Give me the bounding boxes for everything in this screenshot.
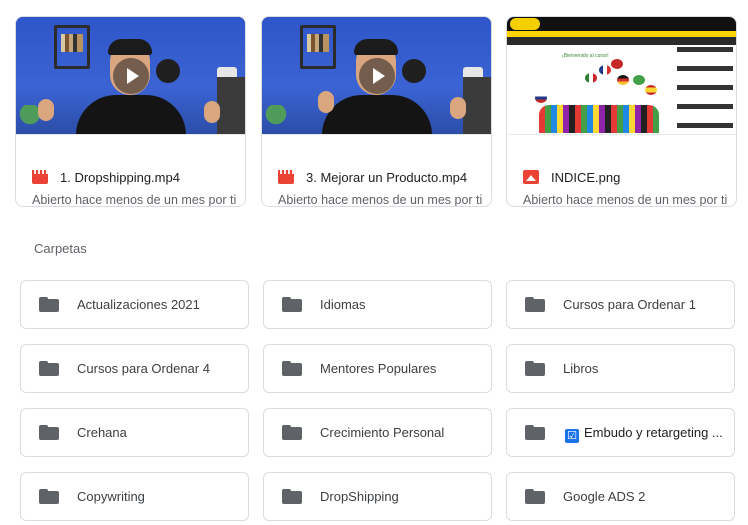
site-logo-icon — [510, 18, 540, 30]
folder-cursos-para-ordenar-4[interactable]: Cursos para Ordenar 4 — [20, 344, 249, 393]
folder-name: Cursos para Ordenar 1 — [563, 297, 696, 312]
file-card-mejorar-producto[interactable]: 3. Mejorar un Producto.mp4 Abierto hace … — [261, 16, 492, 207]
folder-mentores-populares[interactable]: Mentores Populares — [263, 344, 492, 393]
folder-name: Crecimiento Personal — [320, 425, 445, 440]
image-thumbnail[interactable]: ¡Bienvenido al curso! — [507, 17, 736, 135]
folder-name: DropShipping — [320, 489, 399, 504]
file-card-dropshipping[interactable]: 1. Dropshipping.mp4 Abierto hace menos d… — [15, 16, 246, 207]
play-icon[interactable] — [113, 58, 149, 94]
file-card-indice[interactable]: ¡Bienvenido al curso! INDICE.png Abierto… — [506, 16, 737, 207]
play-icon[interactable] — [359, 58, 395, 94]
folder-name: Google ADS 2 — [563, 489, 646, 504]
folder-name: Crehana — [77, 425, 127, 440]
folder-name: Mentores Populares — [320, 361, 437, 376]
folders-section-title: Carpetas — [34, 241, 87, 256]
folder-crehana[interactable]: Crehana — [20, 408, 249, 457]
folder-icon — [39, 361, 59, 376]
folder-name: Embudo y retargeting ... — [584, 425, 723, 440]
folder-icon — [39, 297, 59, 312]
folder-icon — [282, 489, 302, 504]
folder-crecimiento-personal[interactable]: Crecimiento Personal — [263, 408, 492, 457]
folder-actualizaciones-2021[interactable]: Actualizaciones 2021 — [20, 280, 249, 329]
folder-name: Idiomas — [320, 297, 366, 312]
file-name: 1. Dropshipping.mp4 — [60, 169, 180, 185]
folder-icon — [282, 297, 302, 312]
folder-icon — [525, 425, 545, 440]
video-file-icon — [32, 170, 48, 184]
folder-name-with-emoji: ☑ Embudo y retargeting ... — [565, 425, 723, 443]
file-name: 3. Mejorar un Producto.mp4 — [306, 169, 468, 185]
folder-name: Libros — [563, 361, 599, 376]
folder-icon — [282, 361, 302, 376]
folder-icon — [282, 425, 302, 440]
checkbox-emoji-icon: ☑ — [565, 429, 579, 443]
folder-embudo-y-retargeting[interactable]: ☑ Embudo y retargeting ... — [506, 408, 735, 457]
folder-cursos-para-ordenar-1[interactable]: Cursos para Ordenar 1 — [506, 280, 735, 329]
folder-idiomas[interactable]: Idiomas — [263, 280, 492, 329]
folder-icon — [525, 361, 545, 376]
file-activity: Abierto hace menos de un mes por ti — [32, 193, 237, 207]
folder-icon — [525, 489, 545, 504]
image-file-icon — [523, 170, 539, 184]
folder-icon — [39, 425, 59, 440]
video-file-icon — [278, 170, 294, 184]
file-name: INDICE.png — [551, 169, 621, 185]
video-thumbnail[interactable] — [262, 17, 491, 135]
file-activity: Abierto hace menos de un mes por ti — [278, 193, 483, 207]
folder-copywriting[interactable]: Copywriting — [20, 472, 249, 521]
folder-icon — [39, 489, 59, 504]
folder-name: Cursos para Ordenar 4 — [77, 361, 210, 376]
web-title: ¡Bienvenido al curso! — [562, 53, 609, 59]
folder-google-ads-2[interactable]: Google ADS 2 — [506, 472, 735, 521]
video-thumbnail[interactable] — [16, 17, 245, 135]
folder-name: Actualizaciones 2021 — [77, 297, 200, 312]
folder-name: Copywriting — [77, 489, 145, 504]
folder-icon — [525, 297, 545, 312]
folder-dropshipping[interactable]: DropShipping — [263, 472, 492, 521]
folder-libros[interactable]: Libros — [506, 344, 735, 393]
file-activity: Abierto hace menos de un mes por ti — [523, 193, 728, 207]
drive-root: 1. Dropshipping.mp4 Abierto hace menos d… — [0, 0, 748, 525]
